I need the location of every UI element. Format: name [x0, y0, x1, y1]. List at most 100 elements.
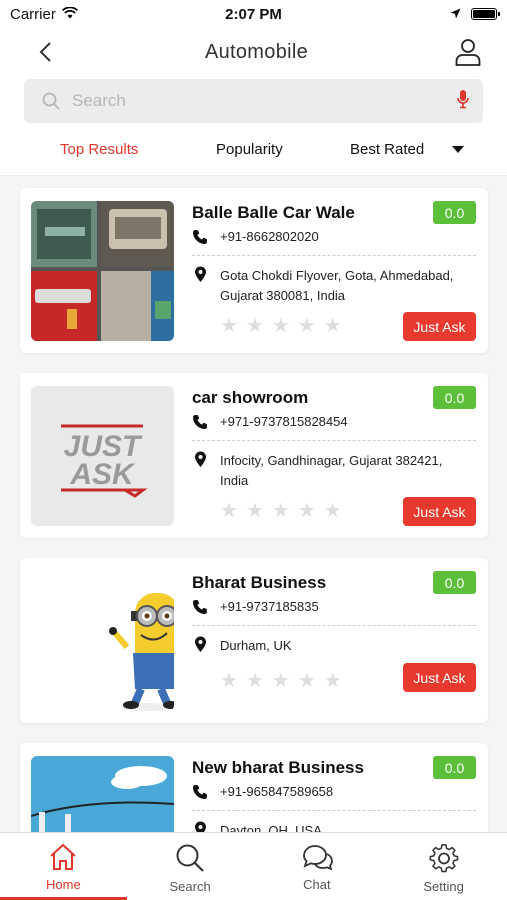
- listing-name: Bharat Business: [192, 573, 327, 592]
- star-rating[interactable]: ★ ★ ★ ★ ★: [220, 316, 342, 336]
- phone-number: +971-9737815828454: [220, 414, 348, 429]
- star-rating[interactable]: ★ ★ ★ ★ ★: [220, 501, 342, 521]
- gear-icon: [429, 844, 458, 873]
- map-pin-icon: [192, 636, 208, 653]
- star-icon: ★: [297, 500, 316, 522]
- map-pin-icon: [192, 266, 208, 283]
- listing-thumbnail: [31, 571, 174, 711]
- just-ask-button[interactable]: Just Ask: [403, 312, 476, 341]
- search-icon: [176, 844, 204, 872]
- tab-search[interactable]: Search: [127, 833, 254, 900]
- listing-thumbnail: [31, 756, 174, 832]
- listing-name: Balle Balle Car Wale: [192, 203, 355, 222]
- star-icon: ★: [220, 500, 238, 522]
- page-title: Automobile: [204, 40, 309, 63]
- listing-name: New bharat Business: [192, 758, 364, 777]
- address-text: Gota Chokdi Flyover, Gota, Ahmedabad, Gu…: [220, 268, 454, 303]
- phone-icon: [192, 414, 208, 430]
- star-rating[interactable]: ★ ★ ★ ★ ★: [220, 671, 342, 691]
- chat-icon: [302, 845, 333, 871]
- user-icon: [455, 39, 481, 66]
- star-icon: ★: [271, 670, 290, 692]
- listing-thumbnail: JUST ASK: [31, 386, 174, 526]
- star-icon: ★: [323, 670, 342, 692]
- divider: [192, 440, 476, 441]
- nav-bar: Automobile: [0, 28, 507, 76]
- tab-search-label: Search: [169, 879, 211, 894]
- status-time: 2:07 PM: [225, 5, 282, 23]
- home-icon: [50, 843, 77, 870]
- tab-popularity[interactable]: Popularity: [216, 141, 283, 158]
- phone-icon: [192, 599, 208, 615]
- listing-name: car showroom: [192, 388, 309, 407]
- listing-thumbnail: [31, 201, 174, 341]
- filter-bar: Top Results Popularity Best Rated: [0, 128, 507, 176]
- rating-badge: 0.0: [433, 571, 476, 594]
- search-box[interactable]: [24, 79, 483, 123]
- rating-badge: 0.0: [433, 386, 476, 409]
- wifi-icon: [61, 6, 78, 23]
- just-ask-button[interactable]: Just Ask: [403, 663, 476, 692]
- star-icon: ★: [245, 500, 264, 522]
- listing-list: Balle Balle Car Wale 0.0 +91-8662802020 …: [0, 176, 507, 832]
- star-icon: ★: [245, 670, 264, 692]
- star-icon: ★: [271, 315, 290, 337]
- battery-icon: [471, 8, 500, 20]
- phone-row[interactable]: +971-9737815828454: [192, 414, 348, 430]
- filter-dropdown-caret-icon[interactable]: [452, 146, 464, 153]
- tab-top-results[interactable]: Top Results: [60, 141, 138, 158]
- address-row: Infocity, Gandhinagar, Gujarat 382421, I…: [192, 451, 462, 491]
- phone-number: +91-8662802020: [220, 229, 319, 244]
- phone-row[interactable]: +91-965847589658: [192, 784, 333, 800]
- listing-card[interactable]: Balle Balle Car Wale 0.0 +91-8662802020 …: [20, 188, 488, 353]
- just-ask-button[interactable]: Just Ask: [403, 497, 476, 526]
- back-button[interactable]: [30, 37, 60, 67]
- profile-button[interactable]: [453, 37, 483, 67]
- search-input[interactable]: [72, 91, 445, 111]
- microphone-icon[interactable]: [457, 89, 469, 114]
- search-section: [0, 76, 507, 128]
- phone-number: +91-9737185835: [220, 599, 319, 614]
- address-row: Durham, UK: [192, 636, 462, 656]
- divider: [192, 255, 476, 256]
- location-arrow-icon: [450, 6, 461, 23]
- tab-home[interactable]: Home: [0, 833, 127, 900]
- star-icon: ★: [245, 315, 264, 337]
- tab-chat[interactable]: Chat: [254, 833, 381, 900]
- search-icon: [42, 92, 60, 110]
- tab-best-rated[interactable]: Best Rated: [350, 141, 424, 158]
- chevron-left-icon: [39, 42, 51, 62]
- divider: [192, 810, 476, 811]
- star-icon: ★: [323, 315, 342, 337]
- star-icon: ★: [297, 670, 316, 692]
- carrier-label: Carrier: [10, 5, 56, 23]
- star-icon: ★: [323, 500, 342, 522]
- star-icon: ★: [220, 670, 238, 692]
- phone-icon: [192, 229, 208, 245]
- listing-card[interactable]: New bharat Business 0.0 +91-965847589658…: [20, 743, 488, 832]
- address-row: Gota Chokdi Flyover, Gota, Ahmedabad, Gu…: [192, 266, 462, 306]
- star-icon: ★: [220, 315, 238, 337]
- rating-badge: 0.0: [433, 756, 476, 779]
- tab-bar: Home Search Chat Setting: [0, 832, 507, 900]
- map-pin-icon: [192, 821, 208, 832]
- phone-row[interactable]: +91-9737185835: [192, 599, 319, 615]
- address-row: Dayton, OH, USA: [192, 821, 462, 832]
- phone-row[interactable]: +91-8662802020: [192, 229, 319, 245]
- listing-card[interactable]: Bharat Business 0.0 +91-9737185835 Durha…: [20, 558, 488, 723]
- status-bar: Carrier 2:07 PM: [0, 0, 507, 28]
- map-pin-icon: [192, 451, 208, 468]
- tab-home-label: Home: [46, 877, 81, 892]
- tab-setting-label: Setting: [423, 879, 464, 894]
- listing-card[interactable]: JUST ASK car showroom 0.0 +971-973781582…: [20, 373, 488, 538]
- logo-text-line2: ASK: [69, 458, 136, 491]
- address-text: Dayton, OH, USA: [220, 823, 322, 832]
- tab-setting[interactable]: Setting: [380, 833, 507, 900]
- star-icon: ★: [297, 315, 316, 337]
- star-icon: ★: [271, 500, 290, 522]
- address-text: Infocity, Gandhinagar, Gujarat 382421, I…: [220, 453, 443, 488]
- divider: [192, 625, 476, 626]
- tab-chat-label: Chat: [303, 877, 331, 892]
- phone-number: +91-965847589658: [220, 784, 334, 799]
- rating-badge: 0.0: [433, 201, 476, 224]
